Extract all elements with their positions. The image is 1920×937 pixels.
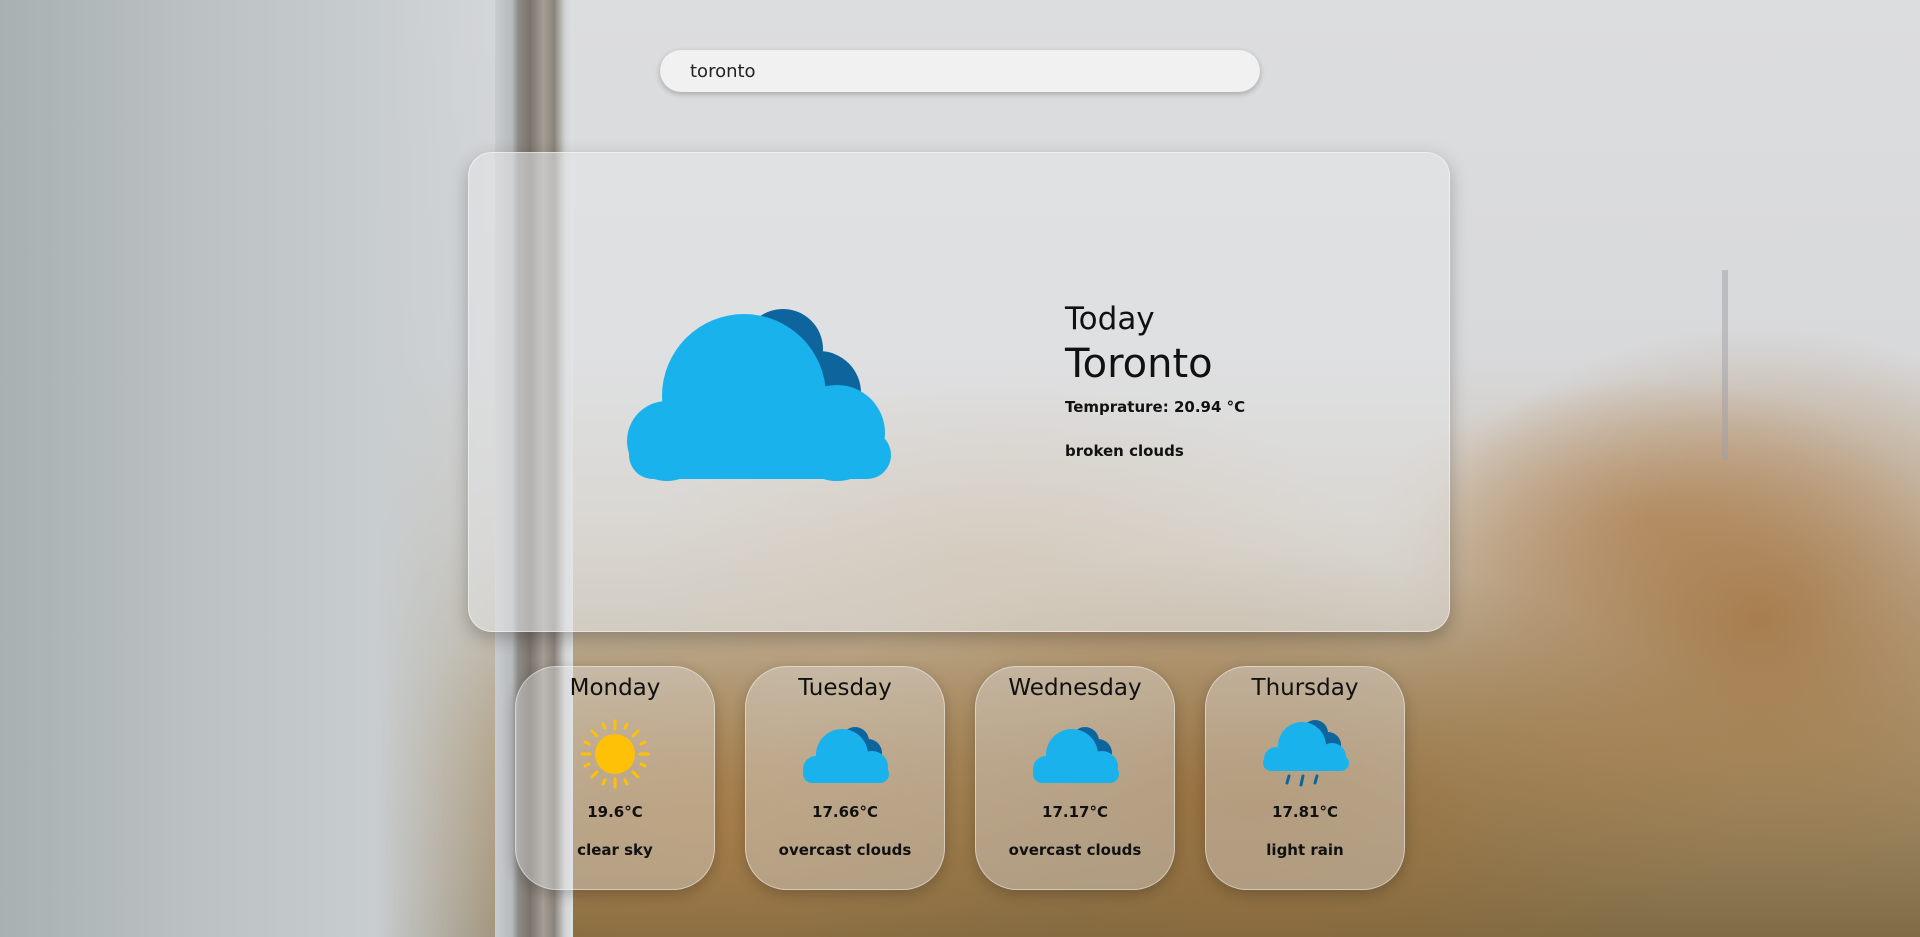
forecast-day: Wednesday [1008,675,1142,701]
forecast-card-monday: Monday 19.6°C clear sky [515,666,715,890]
cloud-icon [1033,726,1119,783]
forecast-card-wednesday: Wednesday 17.17°C overcast clouds [975,666,1175,890]
cloud-icon [803,726,889,783]
today-temperature: Temprature: 20.94 °C [1065,398,1246,417]
forecast-day: Monday [569,675,661,701]
forecast-temp: 17.81°C [1272,802,1338,821]
city-name: Toronto [1065,341,1213,388]
forecast-temp: 17.17°C [1042,802,1108,821]
forecast-day: Thursday [1251,675,1359,701]
forecast-desc: clear sky [577,840,653,859]
fog-area [0,0,500,937]
city-search-input[interactable] [660,50,1260,92]
forecast-card-tuesday: Tuesday 17.66°C overcast clouds [745,666,945,890]
rain-cloud-icon [1263,719,1349,787]
broken-clouds-icon [627,309,891,481]
today-weather-card: Today Toronto Temprature: 20.94 °C broke… [468,152,1450,632]
forecast-card-thursday: Thursday 17.81°C light rain [1205,666,1405,890]
today-description: broken clouds [1065,442,1184,461]
forecast-desc: overcast clouds [778,840,912,859]
forecast-day: Tuesday [798,675,892,701]
antenna-tower [1722,270,1728,460]
forecast-temp: 17.66°C [812,802,878,821]
forecast-temp: 19.6°C [587,802,643,821]
today-info: Today Toronto Temprature: 20.94 °C broke… [1065,301,1245,460]
forecast-desc: light rain [1266,840,1344,859]
forecast-desc: overcast clouds [1008,840,1142,859]
sun-icon [580,719,650,789]
today-label: Today [1065,301,1155,337]
